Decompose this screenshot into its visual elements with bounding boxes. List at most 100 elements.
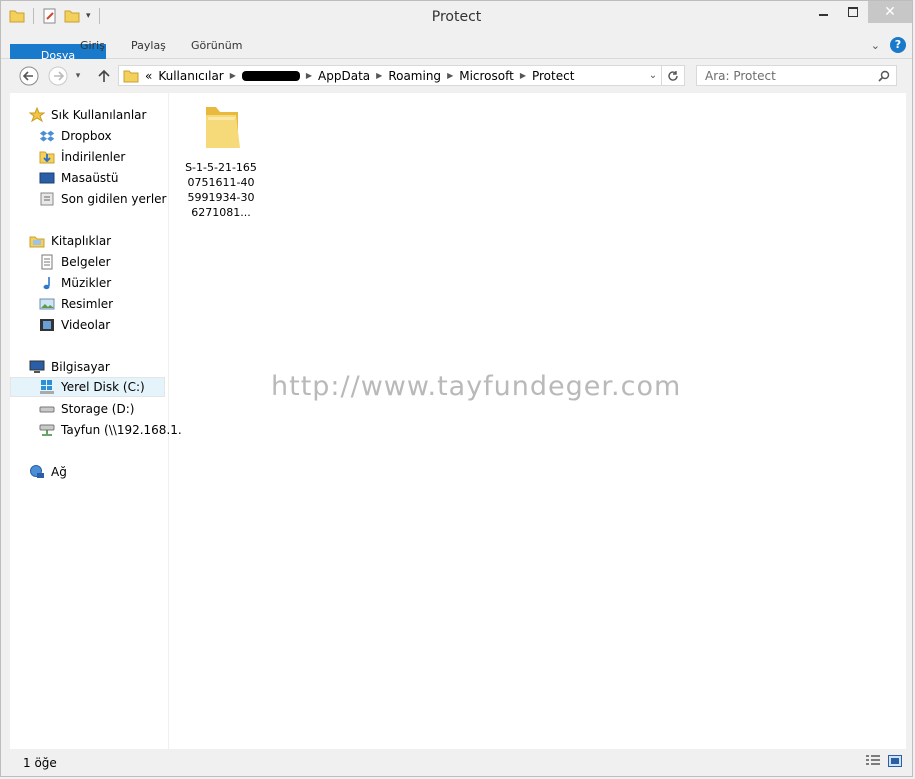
sidebar-item-documents[interactable]: Belgeler bbox=[39, 252, 111, 272]
downloads-icon bbox=[39, 149, 55, 165]
large-icons-view-icon[interactable] bbox=[888, 755, 902, 770]
sidebar-group-label: Bilgisayar bbox=[51, 360, 110, 374]
forward-arrow-icon bbox=[48, 66, 68, 86]
sidebar-item-storage-d[interactable]: Storage (D:) bbox=[39, 399, 134, 419]
sidebar-item-local-disk-c[interactable]: Yerel Disk (C:) bbox=[10, 377, 165, 397]
search-input[interactable]: Ara: Protect bbox=[705, 69, 776, 83]
close-icon: ✕ bbox=[884, 4, 896, 20]
window-title: Protect bbox=[431, 9, 482, 25]
sidebar-item-label: Yerel Disk (C:) bbox=[61, 380, 145, 394]
file-list: S-1-5-21-1650751611-405991934-306271081.… bbox=[169, 93, 906, 749]
item-count: 1 öğe bbox=[23, 756, 57, 770]
tab-share[interactable]: Paylaş bbox=[117, 34, 180, 58]
sidebar-item-label: Masaüstü bbox=[61, 171, 119, 185]
network-icon bbox=[29, 464, 45, 480]
ribbon-controls: ⌄ ? bbox=[871, 37, 906, 53]
search-icon[interactable] bbox=[878, 70, 890, 82]
sidebar-group-libraries[interactable]: Kitaplıklar bbox=[29, 231, 111, 251]
sidebar-group-label: Sık Kullanılanlar bbox=[51, 108, 147, 122]
sidebar-item-label: Resimler bbox=[61, 297, 114, 311]
breadcrumb-separator-icon[interactable]: ▶ bbox=[376, 71, 382, 80]
help-icon[interactable]: ? bbox=[890, 37, 906, 53]
sidebar-item-network-drive[interactable]: Tayfun (\\192.168.1. bbox=[39, 420, 182, 440]
address-bar[interactable]: « Kullanıcılar ▶ ▶ AppData ▶ Roaming ▶ M… bbox=[118, 65, 685, 86]
sidebar-item-label: İndirilenler bbox=[61, 150, 126, 164]
computer-icon bbox=[29, 359, 45, 375]
sidebar-group-computer[interactable]: Bilgisayar bbox=[29, 357, 110, 377]
sidebar-item-desktop[interactable]: Masaüstü bbox=[39, 168, 118, 188]
network-drive-icon bbox=[39, 422, 55, 438]
address-dropdown-icon[interactable]: ⌄ bbox=[645, 70, 661, 81]
breadcrumb-separator-icon[interactable]: ▶ bbox=[447, 71, 453, 80]
redacted-username bbox=[241, 70, 300, 81]
videos-icon bbox=[39, 317, 55, 333]
window-controls: ✕ bbox=[808, 1, 912, 23]
search-box[interactable]: Ara: Protect bbox=[696, 65, 897, 86]
sidebar-item-recent-places[interactable]: Son gidilen yerler bbox=[39, 189, 167, 209]
breadcrumb: « Kullanıcılar ▶ ▶ AppData ▶ Roaming ▶ M… bbox=[123, 68, 645, 84]
tab-home[interactable]: Giriş bbox=[66, 34, 119, 58]
details-view-icon[interactable] bbox=[866, 755, 880, 770]
file-item[interactable]: S-1-5-21-1650751611-405991934-306271081.… bbox=[185, 103, 257, 220]
view-switcher bbox=[866, 755, 902, 770]
title-bar: ▾ Protect ✕ bbox=[1, 1, 912, 33]
breadcrumb-overflow[interactable]: « bbox=[145, 69, 152, 83]
sidebar-item-label: Dropbox bbox=[61, 129, 112, 143]
tab-view[interactable]: Görünüm bbox=[177, 34, 256, 58]
back-arrow-icon bbox=[19, 66, 39, 86]
breadcrumb-separator-icon[interactable]: ▶ bbox=[230, 71, 236, 80]
desktop-icon bbox=[39, 170, 55, 186]
libraries-icon bbox=[29, 233, 45, 249]
content-area: Sık Kullanılanlar Dropbox İndirilenler M… bbox=[10, 93, 906, 749]
sidebar-item-label: Son gidilen yerler bbox=[61, 192, 167, 206]
folder-icon bbox=[206, 107, 240, 148]
refresh-button[interactable] bbox=[661, 66, 684, 85]
sidebar-item-videos[interactable]: Videolar bbox=[39, 315, 110, 335]
windows-drive-icon bbox=[39, 379, 55, 395]
breadcrumb-item[interactable]: Kullanıcılar bbox=[158, 69, 223, 83]
up-arrow-icon bbox=[98, 69, 110, 82]
breadcrumb-item[interactable]: Protect bbox=[532, 69, 574, 83]
sidebar-group-label: Kitaplıklar bbox=[51, 234, 112, 248]
pictures-icon bbox=[39, 296, 55, 312]
breadcrumb-separator-icon[interactable]: ▶ bbox=[306, 71, 312, 80]
minimize-icon bbox=[818, 14, 828, 16]
breadcrumb-item[interactable]: Microsoft bbox=[459, 69, 514, 83]
breadcrumb-item[interactable]: Roaming bbox=[388, 69, 441, 83]
navigation-pane: Sık Kullanılanlar Dropbox İndirilenler M… bbox=[10, 93, 182, 749]
refresh-icon bbox=[668, 70, 678, 81]
sidebar-item-label: Storage (D:) bbox=[61, 402, 135, 416]
sidebar-item-label: Müzikler bbox=[61, 276, 112, 290]
navigation-bar: ▾ « Kullanıcılar ▶ ▶ AppData ▶ Roaming ▶… bbox=[1, 59, 912, 93]
maximize-button[interactable] bbox=[838, 1, 868, 23]
breadcrumb-separator-icon[interactable]: ▶ bbox=[520, 71, 526, 80]
sidebar-item-downloads[interactable]: İndirilenler bbox=[39, 147, 125, 167]
breadcrumb-item[interactable]: AppData bbox=[318, 69, 370, 83]
maximize-icon bbox=[848, 7, 858, 17]
up-button[interactable] bbox=[93, 65, 115, 87]
sidebar-group-network[interactable]: Ağ bbox=[29, 462, 67, 482]
sidebar-item-dropbox[interactable]: Dropbox bbox=[39, 126, 112, 146]
file-name: S-1-5-21-1650751611-405991934-306271081.… bbox=[185, 161, 257, 219]
star-icon bbox=[28, 106, 46, 123]
back-button[interactable] bbox=[18, 65, 40, 87]
explorer-window: ▾ Protect ✕ Dosya Giriş Paylaş Görünüm ⌄… bbox=[0, 0, 913, 777]
forward-button[interactable] bbox=[47, 65, 69, 87]
sidebar-item-label: Tayfun (\\192.168.1. bbox=[61, 423, 182, 437]
music-icon bbox=[39, 275, 55, 291]
close-button[interactable]: ✕ bbox=[868, 1, 912, 23]
minimize-button[interactable] bbox=[808, 1, 838, 23]
drive-icon bbox=[39, 401, 55, 417]
sidebar-group-label: Ağ bbox=[51, 465, 67, 479]
recent-locations-icon[interactable]: ▾ bbox=[71, 65, 85, 87]
expand-ribbon-icon[interactable]: ⌄ bbox=[871, 39, 880, 52]
sidebar-item-pictures[interactable]: Resimler bbox=[39, 294, 113, 314]
folder-icon bbox=[123, 68, 139, 84]
sidebar-item-music[interactable]: Müzikler bbox=[39, 273, 111, 293]
sidebar-group-favorites[interactable]: Sık Kullanılanlar bbox=[28, 105, 147, 125]
recent-places-icon bbox=[39, 191, 55, 207]
watermark-text: http://www.tayfundeger.com bbox=[271, 371, 682, 402]
dropbox-icon bbox=[39, 128, 55, 144]
ribbon-tabs: Dosya Giriş Paylaş Görünüm ⌄ ? bbox=[1, 34, 912, 68]
sidebar-item-label: Videolar bbox=[61, 318, 111, 332]
